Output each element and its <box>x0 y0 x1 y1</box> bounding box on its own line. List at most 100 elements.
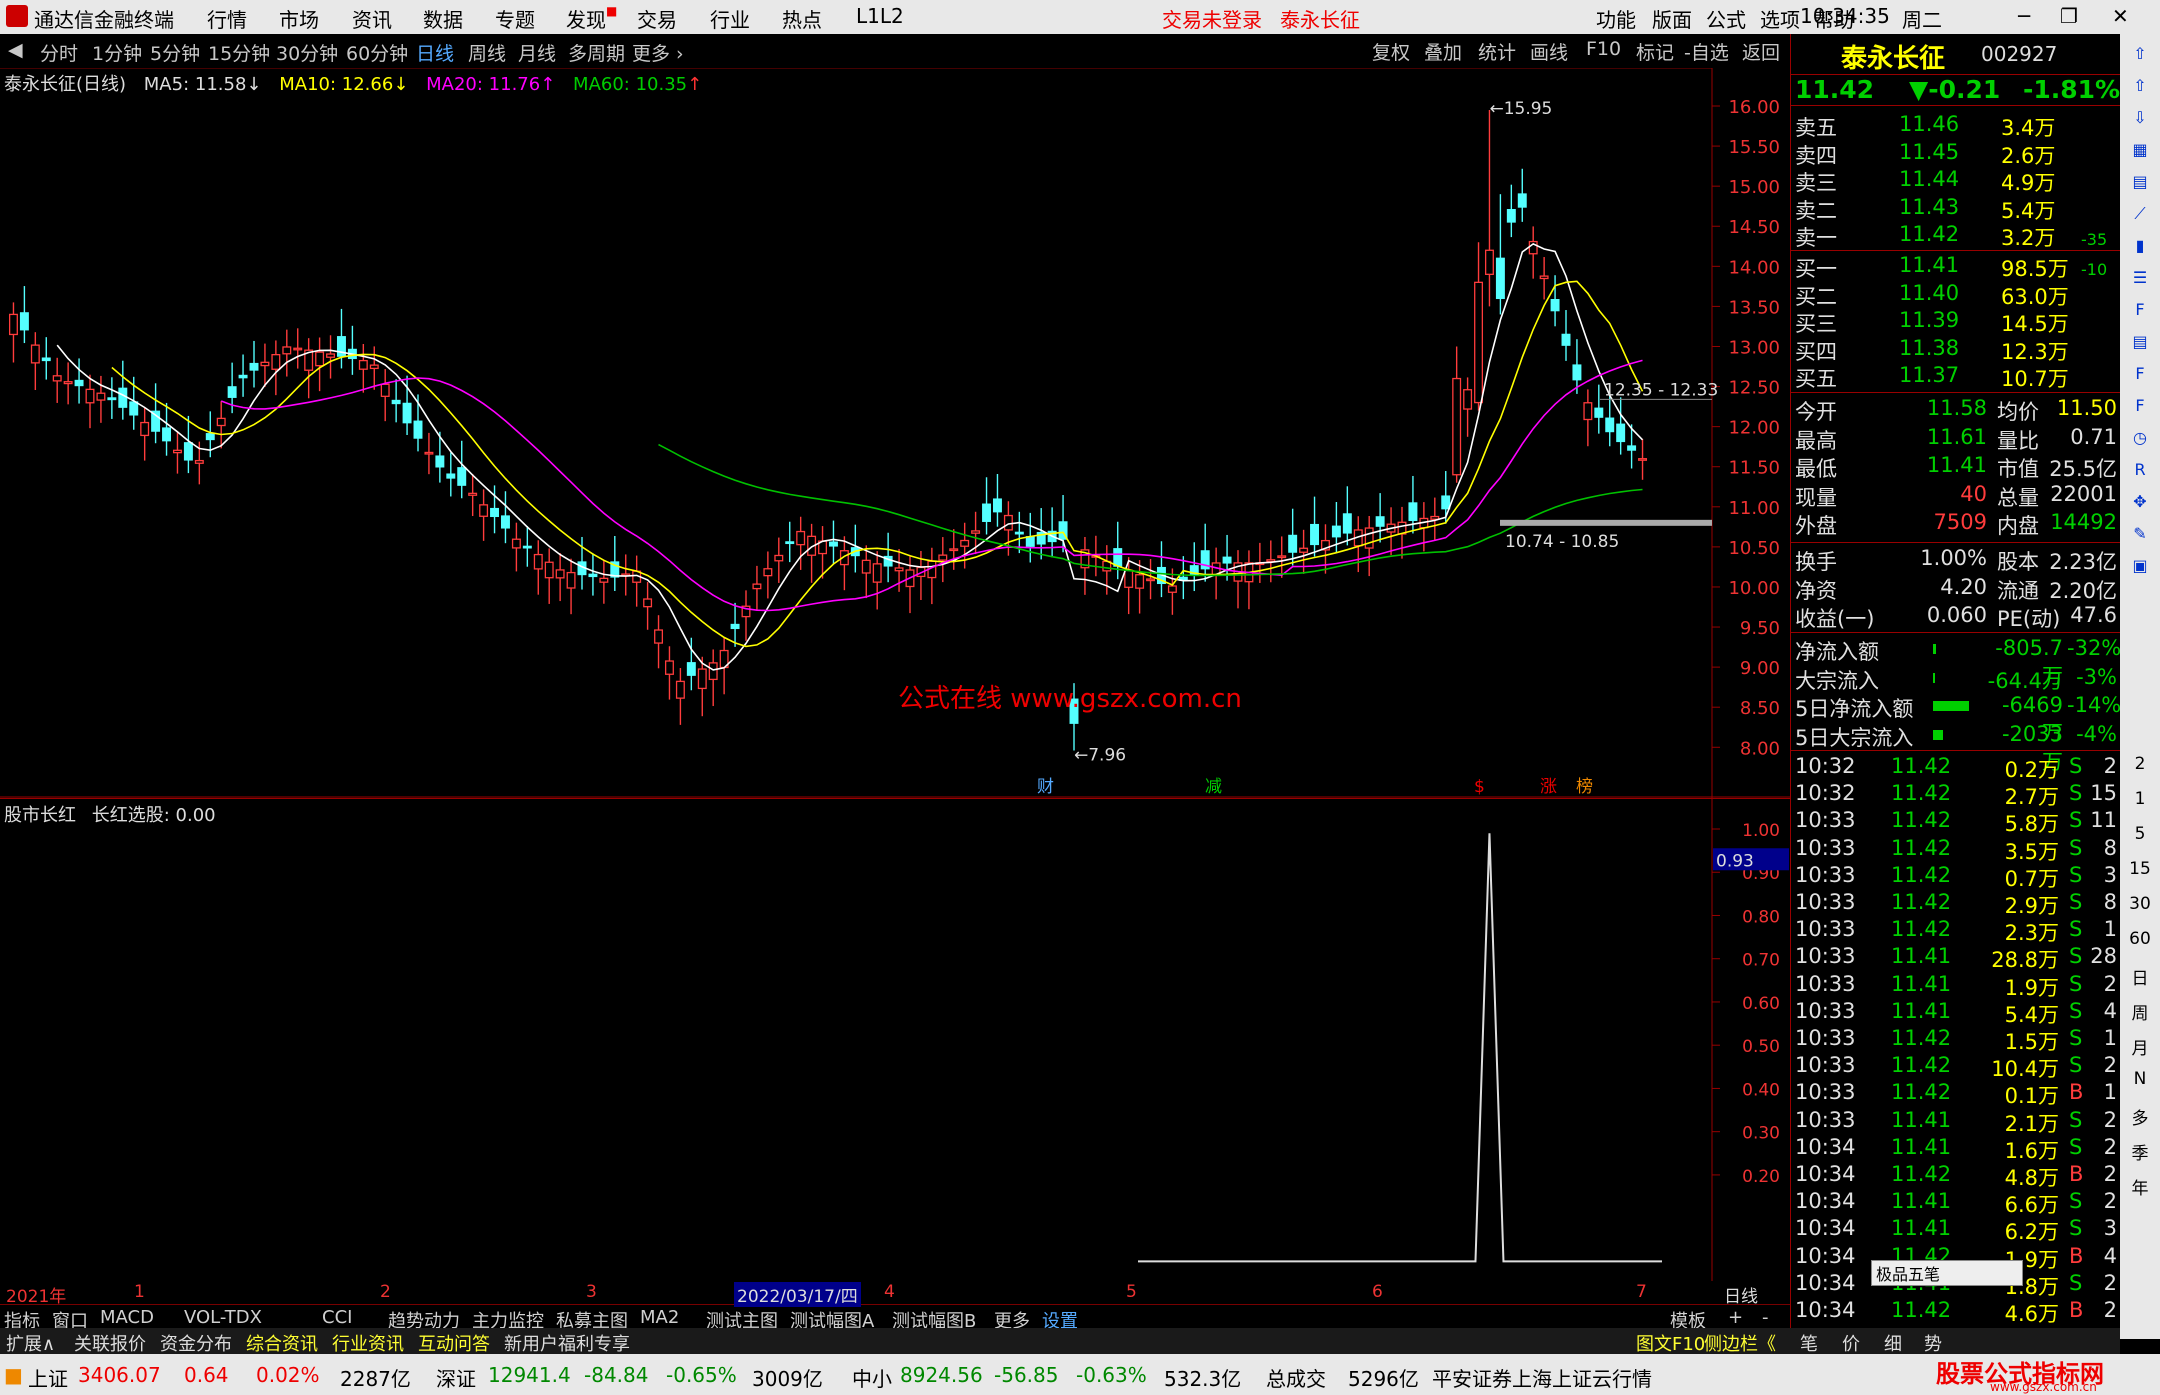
template-btn-1[interactable]: + <box>1728 1307 1743 1328</box>
bid-row[interactable]: 买二 11.40 63.0万 <box>1791 281 2121 309</box>
toolbar-btn-5[interactable]: 标记 <box>1636 38 1674 65</box>
ask-row[interactable]: 卖一 11.42 3.2万 <box>1791 222 2121 250</box>
toolbar-btn-6[interactable]: -自选 <box>1684 38 1729 65</box>
side-tab-4[interactable]: 细 <box>1884 1330 1902 1356</box>
sidebar-period-1[interactable]: 1 <box>2128 789 2152 813</box>
f10-icon[interactable]: F <box>2128 300 2152 324</box>
ask-row[interactable]: 卖三 11.44 4.9万 <box>1791 167 2121 195</box>
ask-row[interactable]: 卖二 11.43 5.4万 <box>1791 195 2121 223</box>
main-kline-chart[interactable]: 16.00 15.50 15.00 14.50 14.00 13.50 13.00 12.50… <box>0 68 1790 798</box>
sidebar-period-3[interactable]: 15 <box>2128 859 2152 883</box>
menu-right-0[interactable]: 功能 <box>1596 4 1636 33</box>
feed-label[interactable]: 平安证券上海上证云行情 <box>1432 1363 1652 1392</box>
period-2[interactable]: 5分钟 <box>150 39 200 66</box>
bid-row[interactable]: 买三 11.39 14.5万 <box>1791 308 2121 336</box>
bid-row[interactable]: 买四 11.38 12.3万 <box>1791 336 2121 364</box>
info-tab-4[interactable]: 行业资讯 <box>332 1330 404 1356</box>
ask-row[interactable]: 卖五 11.46 3.4万 <box>1791 112 2121 140</box>
sidebar-period-4[interactable]: 30 <box>2128 894 2152 918</box>
ask-row[interactable]: 卖四 11.45 2.6万 <box>1791 140 2121 168</box>
indicator-chart[interactable]: 1.00 0.90 0.80 0.70 0.60 0.50 0.40 0.30 0.20 0.93… <box>0 798 1790 1281</box>
period-4[interactable]: 30分钟 <box>276 39 338 66</box>
candle-icon[interactable]: ▮ <box>2128 236 2152 260</box>
sidebar-period-5[interactable]: 60 <box>2128 929 2152 953</box>
restore-icon[interactable]: ❐ <box>2060 4 2078 28</box>
period-3[interactable]: 15分钟 <box>208 39 270 66</box>
doc-icon[interactable]: ▤ <box>2128 332 2152 356</box>
toolbar-btn-1[interactable]: 叠加 <box>1424 38 1462 65</box>
info-tab-1[interactable]: 关联报价 <box>74 1330 146 1356</box>
fs-icon[interactable]: ▣ <box>2128 556 2152 580</box>
up-arrow-icon[interactable]: ⇧ <box>2128 76 2152 100</box>
indicator-tab-3[interactable]: VOL-TDX <box>184 1307 262 1328</box>
toolbar-btn-7[interactable]: 返回 <box>1742 38 1780 65</box>
grid-icon[interactable]: ▤ <box>2128 172 2152 196</box>
f5-icon[interactable]: F <box>2128 396 2152 420</box>
menu-right-2[interactable]: 公式 <box>1706 4 1746 33</box>
indicator-tab-2[interactable]: MACD <box>100 1307 154 1328</box>
indicator-tab-4[interactable]: CCI <box>322 1307 352 1328</box>
sidebar-period-11[interactable]: 季 <box>2128 1139 2152 1164</box>
menu-0[interactable]: 行情 <box>207 4 247 33</box>
menu-8[interactable]: 热点 <box>782 4 822 33</box>
menu-6[interactable]: 交易 <box>637 4 677 33</box>
login-status[interactable]: 交易未登录 <box>1162 4 1262 33</box>
side-tab-1[interactable]: 侧边栏《 <box>1704 1330 1776 1356</box>
indicator-tab-8[interactable]: MA2 <box>640 1307 679 1328</box>
template-btn-2[interactable]: - <box>1762 1307 1769 1328</box>
period-9[interactable]: 多周期 <box>568 39 625 66</box>
close-icon[interactable]: ✕ <box>2112 4 2129 28</box>
menu-9[interactable]: L1L2 <box>856 4 904 28</box>
info-tab-6[interactable]: 新用户福利专享 <box>504 1330 630 1356</box>
period-8[interactable]: 月线 <box>518 39 556 66</box>
toolbar-btn-2[interactable]: 统计 <box>1478 38 1516 65</box>
sidebar-period-6[interactable]: 日 <box>2128 964 2152 989</box>
sidebar-period-7[interactable]: 周 <box>2128 999 2152 1024</box>
info-tab-5[interactable]: 互动问答 <box>418 1330 490 1356</box>
side-tab-3[interactable]: 价 <box>1842 1330 1860 1356</box>
menu-right-3[interactable]: 选项 <box>1760 4 1800 33</box>
bid-row[interactable]: 买五 11.37 10.7万 <box>1791 363 2121 391</box>
sidebar-period-10[interactable]: 多 <box>2128 1104 2152 1129</box>
rsi-icon[interactable]: R <box>2128 460 2152 484</box>
chart-icon[interactable]: ▦ <box>2128 140 2152 164</box>
pen-icon[interactable]: ✎ <box>2128 524 2152 548</box>
info-tab-3[interactable]: 综合资讯 <box>246 1330 318 1356</box>
menu-right-1[interactable]: 版面 <box>1652 4 1692 33</box>
menu-2[interactable]: 资讯 <box>352 4 392 33</box>
kline-svg[interactable]: 16.00 15.50 15.00 14.50 14.00 13.50 13.00 12.50… <box>0 68 1790 798</box>
menu-5[interactable]: 发现■ <box>566 4 617 33</box>
sidebar-period-8[interactable]: 月 <box>2128 1034 2152 1059</box>
side-tab-0[interactable]: 图文F10 <box>1636 1330 1705 1356</box>
toolbar-btn-0[interactable]: 复权 <box>1372 38 1410 65</box>
period-7[interactable]: 周线 <box>468 39 506 66</box>
line-icon[interactable]: ⟋ <box>2128 204 2152 228</box>
period-10[interactable]: 更多 › <box>632 39 684 66</box>
toolbar-btn-3[interactable]: 画线 <box>1530 38 1568 65</box>
menu-4[interactable]: 专题 <box>495 4 535 33</box>
toolbar-btn-4[interactable]: F10 <box>1586 38 1621 60</box>
menu-7[interactable]: 行业 <box>710 4 750 33</box>
sidebar-period-12[interactable]: 年 <box>2128 1174 2152 1199</box>
period-5[interactable]: 60分钟 <box>346 39 408 66</box>
bid-row[interactable]: 买一 11.41 98.5万 <box>1791 253 2121 281</box>
menu-3[interactable]: 数据 <box>423 4 463 33</box>
period-0[interactable]: 分时 <box>40 39 78 66</box>
menu-1[interactable]: 市场 <box>279 4 319 33</box>
f2-icon[interactable]: F <box>2128 364 2152 388</box>
move-icon[interactable]: ✥ <box>2128 492 2152 516</box>
sidebar-period-9[interactable]: N <box>2128 1069 2152 1093</box>
down-arrow-icon[interactable]: ⇩ <box>2128 108 2152 132</box>
period-1[interactable]: 1分钟 <box>92 39 142 66</box>
indicator-svg[interactable]: 1.000.900.800.700.600.500.400.300.200.93 <box>0 799 1790 1281</box>
side-tab-5[interactable]: 势 <box>1924 1330 1942 1356</box>
clock-icon[interactable]: ◷ <box>2128 428 2152 452</box>
sidebar-period-2[interactable]: 5 <box>2128 824 2152 848</box>
period-6[interactable]: 日线 <box>416 39 454 66</box>
info-tab-2[interactable]: 资金分布 <box>160 1330 232 1356</box>
sidebar-toggle-icon[interactable]: ◀ <box>8 39 23 61</box>
sidebar-period-0[interactable]: 2 <box>2128 754 2152 778</box>
side-tab-2[interactable]: 笔 <box>1800 1330 1818 1356</box>
info-tab-0[interactable]: 扩展∧ <box>6 1330 55 1356</box>
up-arrow-icon[interactable]: ⇧ <box>2128 44 2152 68</box>
